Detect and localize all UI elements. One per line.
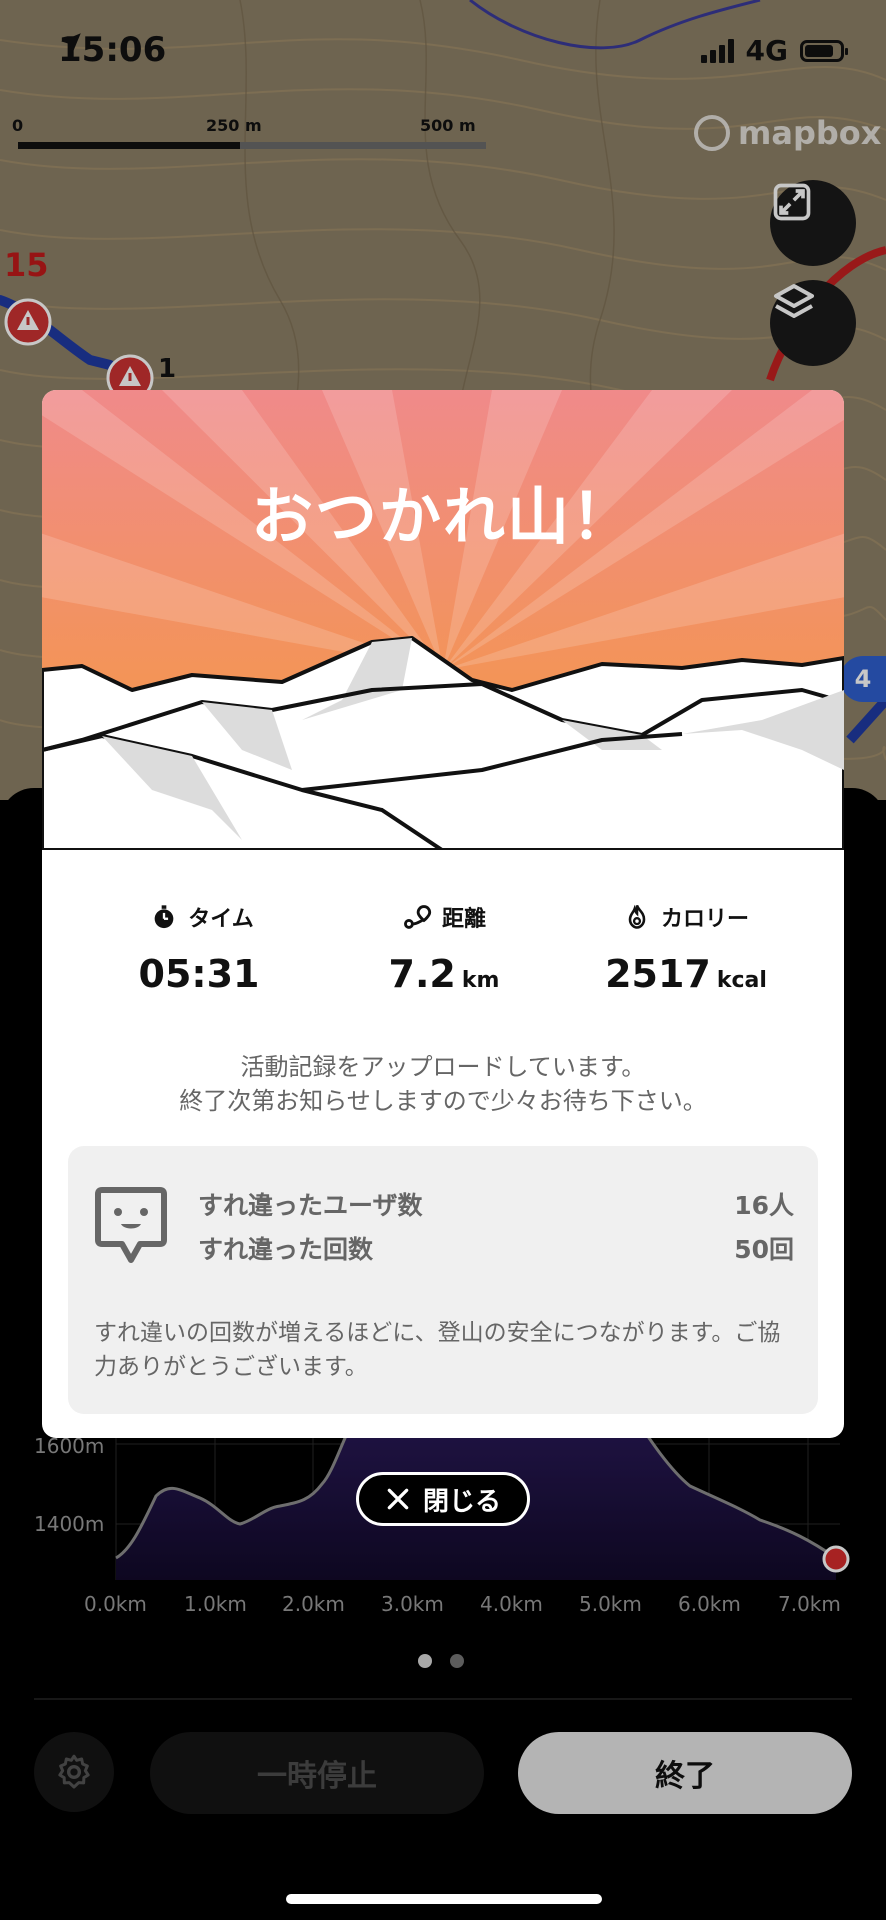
encounter-users-row: すれ違ったユーザ数 16人 xyxy=(198,1186,794,1222)
encounter-face-icon xyxy=(95,1187,167,1263)
stat-calories-unit: kcal xyxy=(716,968,767,993)
encounter-users-label: すれ違ったユーザ数 xyxy=(198,1191,423,1220)
stat-distance-unit: km xyxy=(461,968,500,993)
stat-time: タイム 05:31 xyxy=(72,900,332,996)
modal-title: おつかれ山！ xyxy=(250,480,635,553)
stat-calories: カロリー 2517 kcal xyxy=(556,900,816,996)
upload-message-line-1: 活動記録をアップロードしています。 xyxy=(240,1053,646,1081)
stat-distance: 距離 7.2 km xyxy=(314,900,574,996)
close-button-label: 閉じる xyxy=(422,1486,501,1517)
stat-calories-label: カロリー xyxy=(660,907,749,932)
summit-summary-modal: おつかれ山！ タイム 05:31 距離 7.2 km カロリー 2517 kca… xyxy=(42,390,844,1438)
upload-message: 活動記録をアップロードしています。 終了次第お知らせしますので少々お待ち下さい。 xyxy=(42,1050,844,1118)
stat-distance-label: 距離 xyxy=(441,907,486,932)
hero-illustration xyxy=(42,390,844,850)
flame-icon xyxy=(628,904,646,929)
stopwatch-icon xyxy=(154,905,174,929)
route-icon xyxy=(404,905,432,929)
stat-time-value: 05:31 xyxy=(138,952,260,996)
upload-message-line-2: 終了次第お知らせしますので少々お待ち下さい。 xyxy=(179,1087,707,1115)
stat-time-label: タイム xyxy=(188,907,254,932)
home-indicator[interactable] xyxy=(286,1894,602,1904)
encounter-count-value: 50回 xyxy=(734,1235,794,1264)
stat-distance-value: 7.2 xyxy=(388,952,456,996)
encounter-count-label: すれ違った回数 xyxy=(198,1235,374,1264)
encounter-users-value: 16人 xyxy=(734,1191,794,1220)
close-icon xyxy=(387,1488,409,1510)
stat-calories-value: 2517 xyxy=(605,952,711,996)
activity-stats: タイム 05:31 距離 7.2 km カロリー 2517 kcal xyxy=(42,900,844,1010)
close-button[interactable]: 閉じる xyxy=(356,1472,530,1526)
encounter-summary: すれ違ったユーザ数 16人 すれ違った回数 50回 すれ違いの回数が増えるほどに… xyxy=(68,1146,818,1414)
encounter-note: すれ違いの回数が増えるほどに、登山の安全につながります。ご協力ありがとうございま… xyxy=(94,1320,781,1380)
encounter-count-row: すれ違った回数 50回 xyxy=(198,1230,794,1266)
